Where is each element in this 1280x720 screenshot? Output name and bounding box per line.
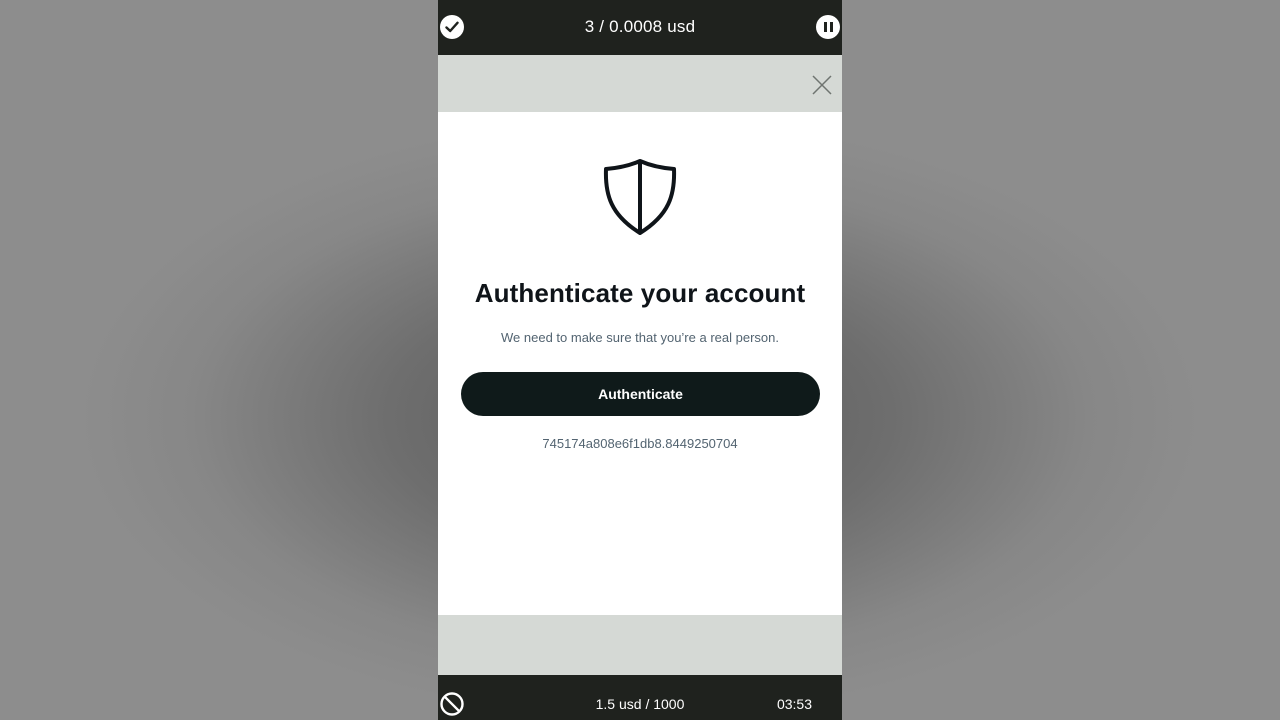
dialog-title: Authenticate your account [474,278,806,308]
phone-screen: 3 / 0.0008 usd Authenticate your account… [438,0,842,720]
authenticate-button[interactable]: Authenticate [461,372,820,416]
close-icon[interactable] [810,73,834,97]
session-id: 745174a808e6f1db8.8449250704 [542,436,738,451]
top-status-bar: 3 / 0.0008 usd [438,0,842,55]
dialog-subtitle: We need to make sure that you’re a real … [501,330,779,345]
bottom-status-bar: 1.5 usd / 1000 03:53 [438,675,842,720]
shield-icon [601,157,679,237]
timer-readout: 03:53 [776,696,812,712]
authenticate-dialog: Authenticate your account We need to mak… [438,112,842,615]
task-counter: 3 / 0.0008 usd [584,17,696,36]
pause-icon[interactable] [816,15,840,39]
